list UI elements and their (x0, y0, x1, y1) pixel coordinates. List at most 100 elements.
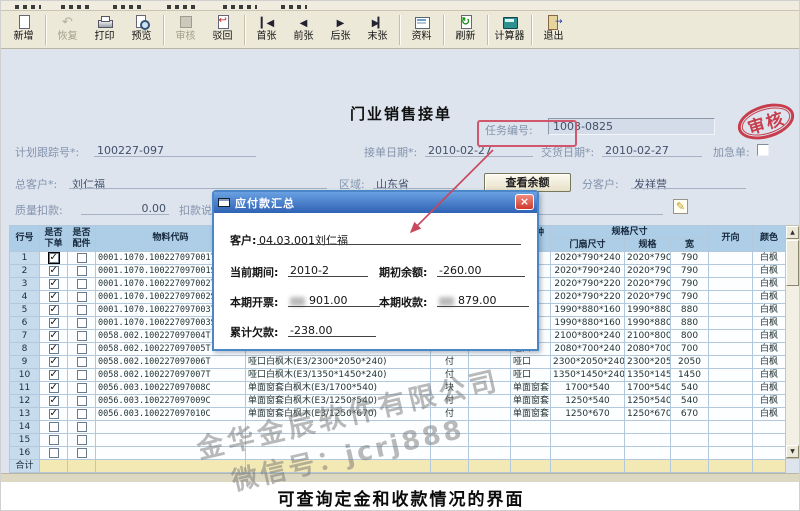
grid-cell[interactable]: 付 (431, 369, 469, 382)
grid-cell[interactable] (625, 434, 671, 447)
grid-cell[interactable]: 白枫 (753, 304, 786, 317)
grid-cell[interactable]: 白枫 (753, 278, 786, 291)
checkbox[interactable] (49, 266, 59, 276)
grid-cell[interactable]: 670 (671, 408, 709, 421)
grid-cell[interactable]: 单面窗套白枫木(E3/1250*540) (246, 395, 431, 408)
grid-cell[interactable]: 哑口白枫木(E3/1350*1450*240) (246, 369, 431, 382)
grid-cell[interactable]: 5 (10, 304, 40, 317)
grid-cell[interactable]: 15 (10, 434, 40, 447)
checkbox-cell[interactable] (40, 356, 68, 369)
grid-cell[interactable] (753, 447, 786, 460)
checkbox[interactable] (49, 357, 59, 367)
grid-cell[interactable]: 2100*800 (625, 330, 671, 343)
grid-cell[interactable]: 白枫 (753, 317, 786, 330)
toolbar-button-calculator[interactable]: 计算器 (491, 12, 528, 48)
checkbox[interactable] (49, 422, 59, 432)
scroll-up-icon[interactable]: ▲ (786, 226, 799, 239)
grid-cell[interactable]: 1250*670 (551, 408, 625, 421)
checkbox-cell[interactable] (68, 356, 96, 369)
grid-cell[interactable] (709, 330, 753, 343)
checkbox-cell[interactable] (68, 421, 96, 434)
checkbox-cell[interactable] (68, 343, 96, 356)
checkbox-cell[interactable] (40, 265, 68, 278)
grid-cell[interactable] (709, 408, 753, 421)
rush-order-checkbox[interactable] (757, 144, 769, 156)
grid-cell[interactable] (511, 421, 551, 434)
grid-cell[interactable]: 2020*790*240 (551, 252, 625, 265)
grid-cell[interactable]: 0056.003.100227097008C (96, 382, 246, 395)
checkbox[interactable] (49, 279, 59, 289)
grid-cell[interactable] (96, 434, 246, 447)
grid-cell[interactable]: 单面窗套 (511, 408, 551, 421)
checkbox[interactable] (49, 318, 59, 328)
checkbox[interactable] (77, 292, 87, 302)
grid-cell[interactable]: 付 (431, 395, 469, 408)
vertical-scrollbar[interactable]: ▲ ▼ (785, 225, 800, 459)
grid-cell[interactable]: 2080*700*240 (551, 343, 625, 356)
checkbox-cell[interactable] (68, 317, 96, 330)
grid-cell[interactable]: 12 (10, 395, 40, 408)
dialog-title-bar[interactable]: 应付款汇总 (214, 192, 537, 213)
grid-cell[interactable]: 白枫 (753, 369, 786, 382)
menu-item[interactable] (281, 5, 307, 9)
toolbar-button-refresh[interactable]: 刷新 (447, 12, 484, 48)
grid-cell[interactable]: 0058.002.100227097006T (96, 356, 246, 369)
toolbar-button-preview[interactable]: 预览 (123, 12, 160, 48)
grid-cell[interactable]: 白枫 (753, 330, 786, 343)
checkbox[interactable] (49, 448, 59, 458)
grid-cell[interactable]: 1350*1450*240 (551, 369, 625, 382)
grid-cell[interactable] (709, 291, 753, 304)
grid-cell[interactable]: 14 (10, 421, 40, 434)
toolbar-button-data[interactable]: 资料 (403, 12, 440, 48)
grid-cell[interactable]: 白枫 (753, 252, 786, 265)
grid-cell[interactable] (671, 447, 709, 460)
grid-cell[interactable] (709, 421, 753, 434)
grid-cell[interactable] (551, 447, 625, 460)
grid-cell[interactable]: 7 (10, 330, 40, 343)
checkbox-cell[interactable] (40, 304, 68, 317)
close-icon[interactable]: × (515, 194, 534, 210)
grid-cell[interactable] (246, 447, 431, 460)
grid-cell[interactable]: 1990*880*160 (551, 317, 625, 330)
checkbox[interactable] (77, 266, 87, 276)
grid-cell[interactable] (551, 421, 625, 434)
grid-cell[interactable]: 0058.002.100227097007T (96, 369, 246, 382)
grid-cell[interactable]: 块 (431, 382, 469, 395)
grid-cell[interactable]: 540 (671, 395, 709, 408)
grid-cell[interactable] (709, 304, 753, 317)
grid-cell[interactable]: 540 (671, 382, 709, 395)
grid-cell[interactable] (709, 278, 753, 291)
grid-cell[interactable]: 10 (10, 369, 40, 382)
grid-cell[interactable]: 1 (10, 252, 40, 265)
checkbox[interactable] (49, 292, 59, 302)
checkbox-cell[interactable] (68, 395, 96, 408)
checkbox[interactable] (77, 409, 87, 419)
grid-cell[interactable]: 哑口 (511, 369, 551, 382)
checkbox-cell[interactable] (40, 447, 68, 460)
grid-cell[interactable]: 付 (431, 408, 469, 421)
checkbox-cell[interactable] (68, 291, 96, 304)
grid-cell[interactable] (511, 447, 551, 460)
grid-cell[interactable]: 2 (10, 265, 40, 278)
grid-cell[interactable]: 白枫 (753, 291, 786, 304)
grid-cell[interactable] (709, 265, 753, 278)
grid-cell[interactable] (469, 408, 511, 421)
toolbar-button-reject[interactable]: 驳回 (204, 12, 241, 48)
checkbox-cell[interactable] (40, 291, 68, 304)
grid-cell[interactable] (753, 434, 786, 447)
grid-cell[interactable] (671, 434, 709, 447)
toolbar-button-next[interactable]: 后张 (322, 12, 359, 48)
grid-cell[interactable]: 9 (10, 356, 40, 369)
grid-cell[interactable]: 白枫 (753, 382, 786, 395)
checkbox-cell[interactable] (40, 395, 68, 408)
grid-cell[interactable] (469, 369, 511, 382)
grid-cell[interactable]: 8 (10, 343, 40, 356)
grid-cell[interactable]: 付 (431, 356, 469, 369)
grid-cell[interactable]: 2020*790 (625, 278, 671, 291)
grid-cell[interactable]: 790 (671, 252, 709, 265)
checkbox[interactable] (49, 435, 59, 445)
grid-cell[interactable]: 3 (10, 278, 40, 291)
toolbar-button-print[interactable]: 打印 (86, 12, 123, 48)
checkbox[interactable] (77, 253, 87, 263)
checkbox-cell[interactable] (68, 408, 96, 421)
